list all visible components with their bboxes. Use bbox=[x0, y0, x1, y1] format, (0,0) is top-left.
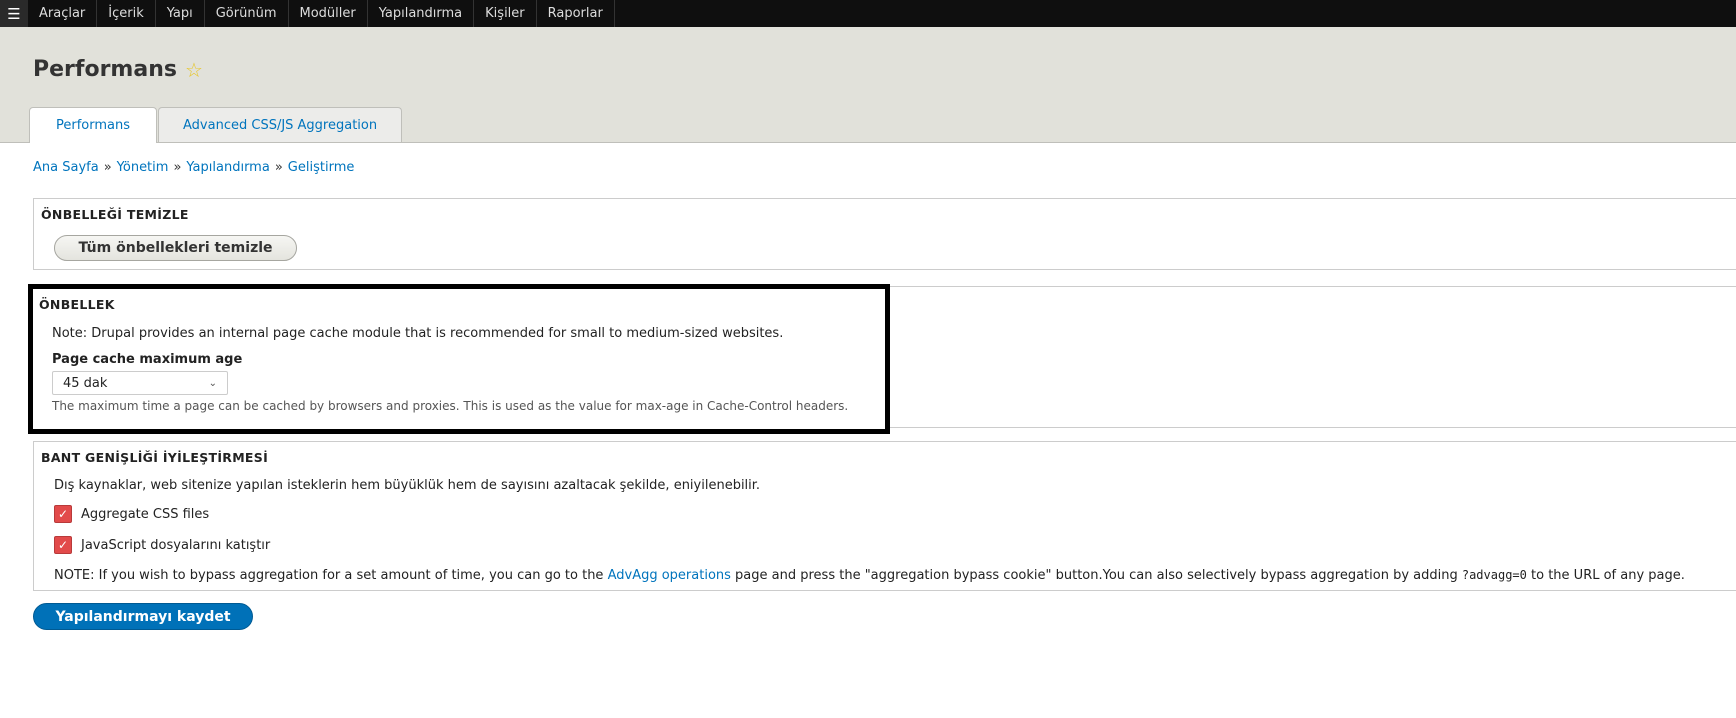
breadcrumb-separator: » bbox=[274, 160, 283, 175]
aggregate-css-label[interactable]: Aggregate CSS files bbox=[81, 507, 209, 522]
tab-performans[interactable]: Performans bbox=[29, 107, 158, 143]
bandwidth-description: Dış kaynaklar, web sitenize yapılan iste… bbox=[54, 478, 761, 493]
toolbar-item-icerik[interactable]: İçerik bbox=[97, 0, 156, 27]
aggregate-js-label[interactable]: JavaScript dosyalarını katıştır bbox=[81, 538, 270, 553]
chevron-down-icon: ⌄ bbox=[208, 377, 217, 389]
advagg-bypass-code: ?advagg=0 bbox=[1461, 568, 1527, 582]
tab-advanced-aggregation[interactable]: Advanced CSS/JS Aggregation bbox=[158, 107, 403, 142]
aggregate-js-checkbox[interactable]: ✓ bbox=[54, 536, 72, 554]
cache-legend: ÖNBELLEK bbox=[39, 297, 115, 312]
page-cache-max-age-label: Page cache maximum age bbox=[52, 352, 243, 367]
admin-toolbar: ☰ Araçlar İçerik Yapı Görünüm Modüller Y… bbox=[0, 0, 1736, 27]
cache-fieldset: ÖNBELLEK Note: Drupal provides an intern… bbox=[28, 284, 890, 434]
advagg-operations-link[interactable]: AdvAgg operations bbox=[608, 568, 731, 583]
breadcrumb-admin[interactable]: Yönetim bbox=[117, 160, 169, 175]
bandwidth-fieldset: BANT GENİŞLİĞİ İYİLEŞTİRMESİ Dış kaynakl… bbox=[33, 441, 1736, 591]
breadcrumb-config[interactable]: Yapılandırma bbox=[186, 160, 269, 175]
aggregate-css-row: ✓ Aggregate CSS files bbox=[54, 505, 209, 523]
clear-cache-legend: ÖNBELLEĞİ TEMİZLE bbox=[41, 207, 189, 222]
bandwidth-legend: BANT GENİŞLİĞİ İYİLEŞTİRMESİ bbox=[41, 450, 269, 465]
toolbar-item-yapi[interactable]: Yapı bbox=[156, 0, 205, 27]
toolbar-item-yapilandirma[interactable]: Yapılandırma bbox=[368, 0, 475, 27]
breadcrumb-separator: » bbox=[173, 160, 182, 175]
aggregate-css-checkbox[interactable]: ✓ bbox=[54, 505, 72, 523]
toolbar-item-gorunum[interactable]: Görünüm bbox=[205, 0, 289, 27]
advagg-note: NOTE: If you wish to bypass aggregation … bbox=[54, 568, 1685, 583]
advagg-note-before: NOTE: If you wish to bypass aggregation … bbox=[54, 568, 608, 583]
page-cache-max-age-value: 45 dak bbox=[63, 375, 108, 391]
page-title-text: Performans bbox=[33, 57, 177, 82]
star-icon[interactable]: ☆ bbox=[185, 60, 203, 80]
toolbar-item-araclar[interactable]: Araçlar bbox=[28, 0, 98, 27]
advagg-note-after: to the URL of any page. bbox=[1526, 568, 1685, 583]
aggregate-js-row: ✓ JavaScript dosyalarını katıştır bbox=[54, 536, 270, 554]
clear-cache-fieldset: ÖNBELLEĞİ TEMİZLE Tüm önbellekleri temiz… bbox=[33, 198, 1736, 270]
tabs: Performans Advanced CSS/JS Aggregation bbox=[29, 107, 403, 143]
page-cache-max-age-select[interactable]: 45 dak ⌄ bbox=[52, 371, 228, 395]
toolbar-item-moduller[interactable]: Modüller bbox=[289, 0, 368, 27]
save-configuration-button[interactable]: Yapılandırmayı kaydet bbox=[33, 603, 253, 630]
toolbar-item-kisiler[interactable]: Kişiler bbox=[474, 0, 537, 27]
breadcrumb-development[interactable]: Geliştirme bbox=[288, 160, 355, 175]
cache-note: Note: Drupal provides an internal page c… bbox=[52, 326, 784, 341]
clear-all-caches-button[interactable]: Tüm önbellekleri temizle bbox=[54, 235, 297, 261]
page-header: Performans ☆ Performans Advanced CSS/JS … bbox=[0, 27, 1736, 143]
page-title: Performans ☆ bbox=[33, 57, 203, 82]
hamburger-icon[interactable]: ☰ bbox=[0, 0, 28, 27]
breadcrumb-home[interactable]: Ana Sayfa bbox=[33, 160, 99, 175]
toolbar-item-raporlar[interactable]: Raporlar bbox=[537, 0, 615, 27]
advagg-note-middle: page and press the "aggregation bypass c… bbox=[730, 568, 1462, 583]
breadcrumb-separator: » bbox=[103, 160, 112, 175]
page-cache-max-age-description: The maximum time a page can be cached by… bbox=[52, 399, 849, 413]
breadcrumb: Ana Sayfa » Yönetim » Yapılandırma » Geliştirm… bbox=[33, 160, 354, 175]
